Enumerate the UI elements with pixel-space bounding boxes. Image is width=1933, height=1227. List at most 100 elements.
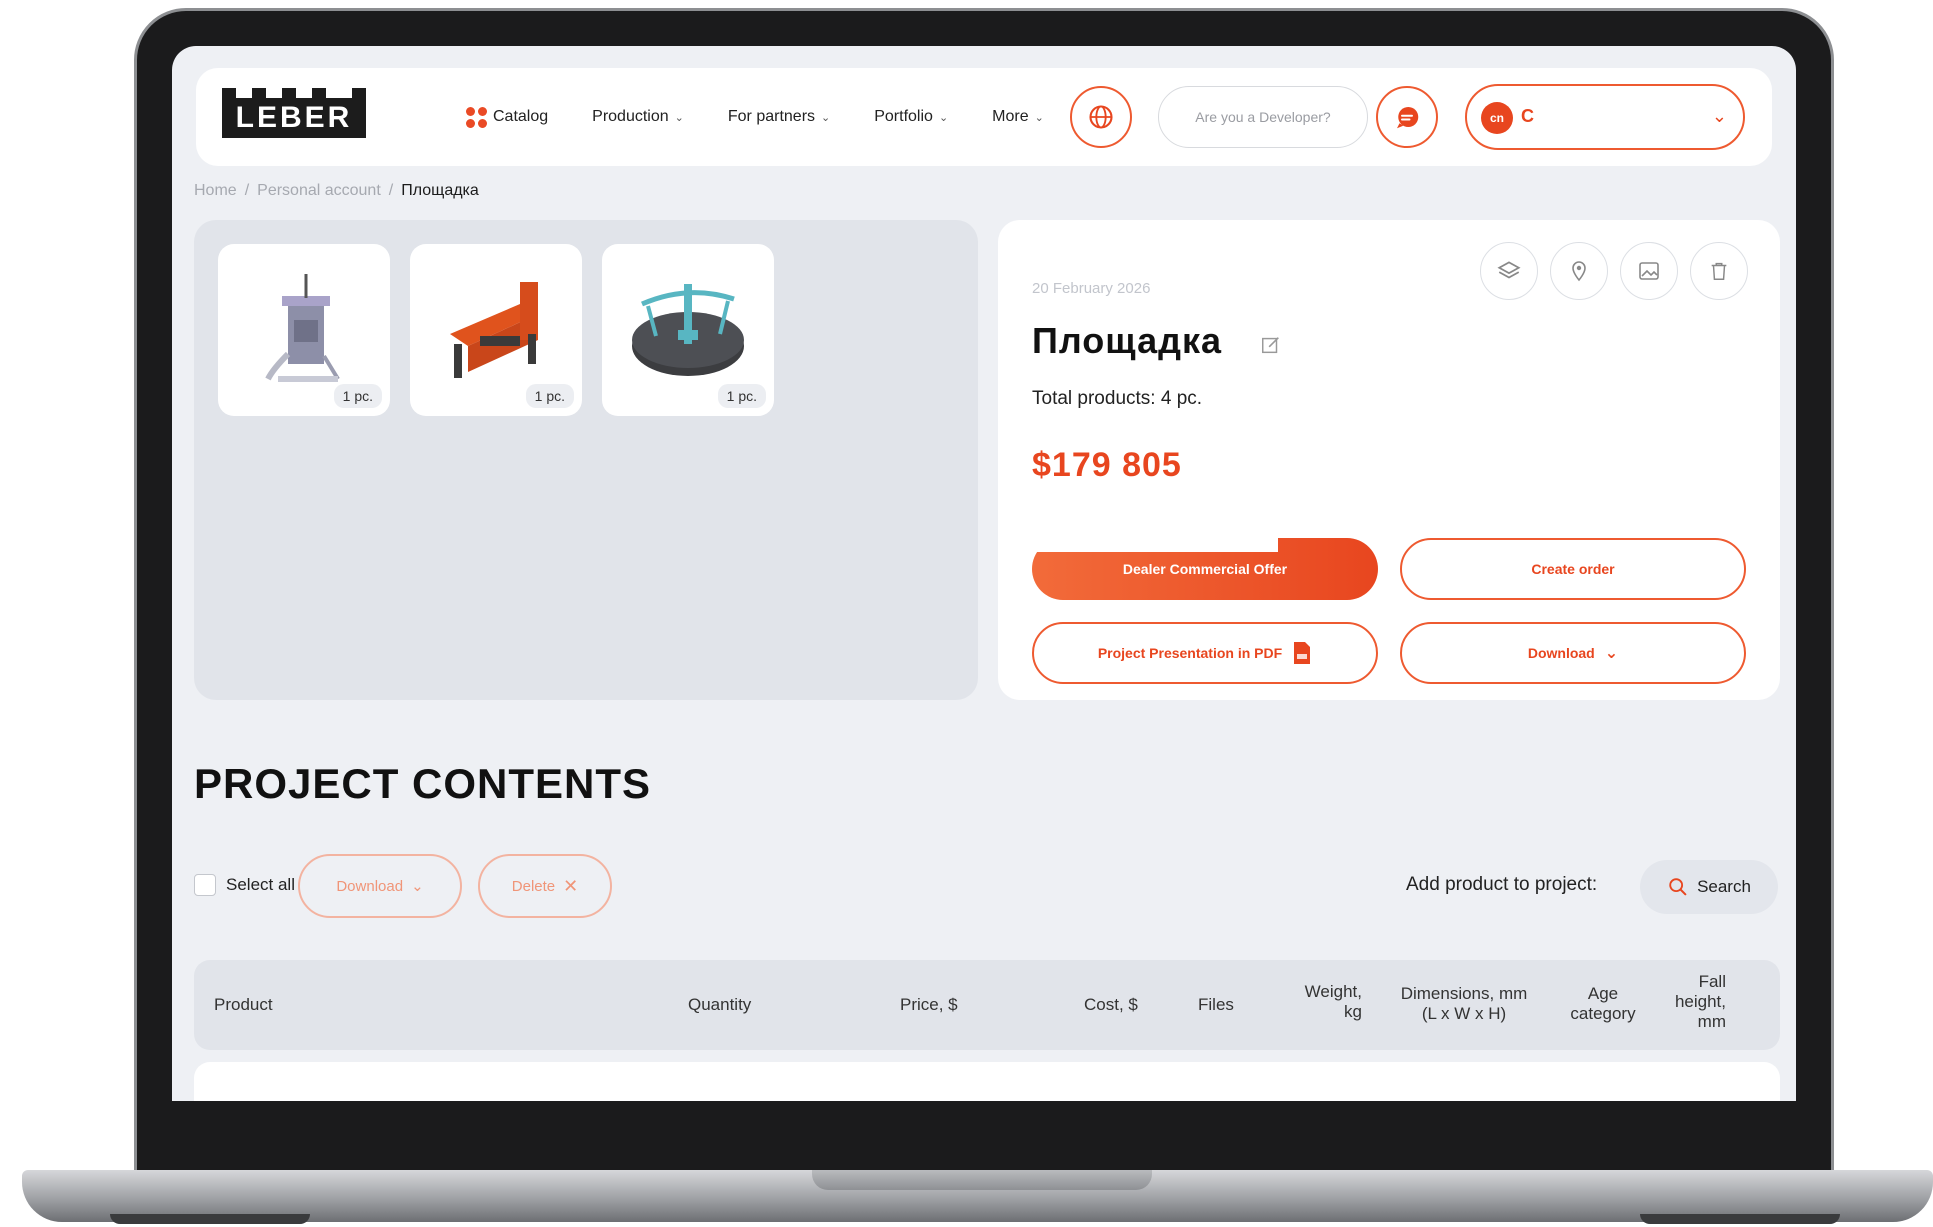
edit-icon[interactable] bbox=[1260, 334, 1282, 356]
select-all-control[interactable]: Select all bbox=[194, 874, 295, 896]
col-age-line2: category bbox=[1570, 1004, 1636, 1023]
nav-portfolio[interactable]: Portfolio ⌄ bbox=[874, 108, 948, 126]
col-dimensions-line1: Dimensions, mm bbox=[1400, 984, 1528, 1003]
col-age-category[interactable]: Age category bbox=[1564, 984, 1642, 1024]
image-button[interactable] bbox=[1620, 242, 1678, 300]
dealer-offer-button[interactable]: Dealer Commercial Offer bbox=[1032, 534, 1378, 600]
col-dimensions-line2: (L x W x H) bbox=[1421, 1004, 1507, 1023]
layers-icon bbox=[1497, 261, 1521, 279]
bulk-download-label: Download bbox=[336, 877, 404, 895]
breadcrumb-separator: / bbox=[244, 182, 250, 199]
create-order-label: Create order bbox=[1531, 561, 1615, 577]
pdf-file-icon bbox=[1294, 642, 1311, 664]
add-product-label: Add product to project: bbox=[1406, 874, 1598, 895]
button-redaction bbox=[1032, 534, 1278, 552]
chevron-down-icon: ⌄ bbox=[1604, 645, 1619, 662]
bulk-delete-button[interactable]: Delete ✕ bbox=[478, 854, 612, 918]
laptop-base-notch bbox=[812, 1170, 1152, 1190]
product-thumb[interactable]: 1 pc. bbox=[218, 244, 390, 416]
col-cost[interactable]: Cost, $ bbox=[1084, 995, 1138, 1015]
nav-more-label: More bbox=[992, 108, 1029, 125]
col-weight[interactable]: Weight, kg bbox=[1274, 982, 1362, 1022]
chevron-down-icon: ⌄ bbox=[1711, 106, 1727, 126]
project-title: Площадка bbox=[1032, 320, 1222, 361]
language-button[interactable] bbox=[1070, 86, 1132, 148]
bulk-delete-label: Delete bbox=[511, 877, 556, 895]
chevron-down-icon: ⌄ bbox=[411, 878, 424, 895]
nav-portfolio-label: Portfolio bbox=[874, 108, 933, 125]
table-row[interactable] bbox=[194, 1062, 1780, 1101]
chevron-down-icon: ⌄ bbox=[821, 111, 831, 124]
col-quantity[interactable]: Quantity bbox=[688, 995, 751, 1015]
trash-icon bbox=[1711, 262, 1727, 280]
nav-more[interactable]: More ⌄ bbox=[992, 108, 1044, 126]
col-files[interactable]: Files bbox=[1198, 995, 1234, 1015]
nav-production[interactable]: Production ⌄ bbox=[592, 108, 684, 126]
nav-for-partners[interactable]: For partners ⌄ bbox=[728, 108, 830, 126]
col-weight-line1: Weight, bbox=[1304, 982, 1362, 1001]
breadcrumb-separator: / bbox=[388, 182, 394, 199]
presentation-pdf-button[interactable]: Project Presentation in PDF bbox=[1032, 622, 1378, 684]
account-avatar: cn bbox=[1481, 102, 1513, 134]
project-total-products: Total products: 4 pc. bbox=[1032, 388, 1203, 409]
site-header: LEBER Catalog Production ⌄ For partners … bbox=[196, 68, 1772, 166]
account-name: C bbox=[1521, 106, 1534, 126]
project-price: $179 805 bbox=[1032, 446, 1182, 484]
product-gallery: 1 pc. 1 pc. 1 pc. bbox=[194, 220, 978, 700]
map-pin-icon bbox=[1572, 261, 1586, 282]
location-button[interactable] bbox=[1550, 242, 1608, 300]
logo[interactable]: LEBER bbox=[222, 88, 366, 138]
close-icon: ✕ bbox=[563, 875, 579, 896]
select-all-checkbox[interactable] bbox=[194, 874, 216, 896]
nav-for-partners-label: For partners bbox=[727, 108, 816, 125]
laptop-foot-left bbox=[110, 1214, 310, 1224]
catalog-grid-icon bbox=[466, 106, 487, 128]
col-fall-height[interactable]: Fall height, mm bbox=[1660, 972, 1726, 1032]
products-table-header: Product Quantity Price, $ Cost, $ Files … bbox=[194, 960, 1780, 1050]
chevron-down-icon: ⌄ bbox=[674, 111, 684, 124]
project-info-card: 20 February 2026 Площадка Total products… bbox=[998, 220, 1780, 700]
nav-production-label: Production bbox=[592, 108, 669, 125]
breadcrumb-current: Площадка bbox=[401, 182, 479, 199]
col-weight-line2: kg bbox=[1344, 1002, 1362, 1021]
account-name-redaction bbox=[1537, 92, 1697, 146]
layers-button[interactable] bbox=[1480, 242, 1538, 300]
col-price[interactable]: Price, $ bbox=[900, 995, 958, 1015]
col-dimensions[interactable]: Dimensions, mm (L x W x H) bbox=[1394, 984, 1534, 1024]
quantity-badge: 1 pc. bbox=[525, 384, 574, 408]
breadcrumb-personal-account[interactable]: Personal account bbox=[257, 182, 381, 200]
breadcrumb-home[interactable]: Home bbox=[194, 182, 237, 200]
presentation-pdf-label: Project Presentation in PDF bbox=[1097, 645, 1283, 661]
quantity-badge: 1 pc. bbox=[717, 384, 766, 408]
col-age-line1: Age bbox=[1587, 984, 1619, 1003]
main-nav: Catalog Production ⌄ For partners ⌄ Port… bbox=[466, 68, 1044, 166]
quantity-badge: 1 pc. bbox=[333, 384, 382, 408]
chat-icon bbox=[1397, 107, 1419, 129]
search-label: Search bbox=[1697, 877, 1751, 896]
chevron-down-icon: ⌄ bbox=[938, 111, 949, 124]
account-menu[interactable]: cn C ⌄ bbox=[1465, 84, 1745, 150]
download-button[interactable]: Download ⌄ bbox=[1400, 622, 1746, 684]
delete-project-button[interactable] bbox=[1690, 242, 1748, 300]
image-icon bbox=[1639, 262, 1659, 280]
logo-text: LEBER bbox=[222, 98, 366, 138]
chat-button[interactable] bbox=[1376, 86, 1438, 148]
bulk-download-button[interactable]: Download ⌄ bbox=[298, 854, 462, 918]
nav-catalog[interactable]: Catalog bbox=[466, 106, 549, 128]
col-fall-line2: height, bbox=[1674, 992, 1726, 1011]
col-product[interactable]: Product bbox=[214, 995, 273, 1015]
search-icon bbox=[1669, 878, 1687, 896]
search-product-button[interactable]: Search bbox=[1640, 860, 1778, 914]
nav-catalog-label: Catalog bbox=[493, 108, 549, 125]
dealer-offer-label: Dealer Commercial Offer bbox=[1122, 561, 1288, 577]
laptop-screen: LEBER Catalog Production ⌄ For partners … bbox=[172, 46, 1796, 1101]
developer-button[interactable]: Are you a Developer? bbox=[1158, 86, 1368, 148]
globe-icon bbox=[1089, 105, 1113, 129]
laptop-foot-right bbox=[1640, 1214, 1840, 1224]
product-thumb[interactable]: 1 pc. bbox=[410, 244, 582, 416]
breadcrumb: Home / Personal account / Площадка bbox=[194, 182, 479, 200]
product-thumb[interactable]: 1 pc. bbox=[602, 244, 774, 416]
download-label: Download bbox=[1527, 645, 1595, 661]
create-order-button[interactable]: Create order bbox=[1400, 538, 1746, 600]
project-contents-title: PROJECT CONTENTS bbox=[194, 760, 652, 807]
